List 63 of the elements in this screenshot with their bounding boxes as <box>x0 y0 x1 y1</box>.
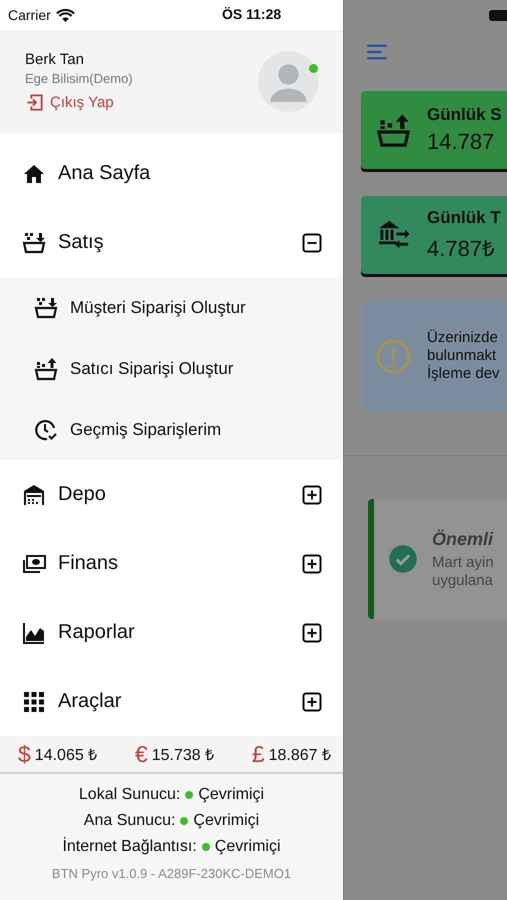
check-icon <box>388 544 418 574</box>
card-title: Günlük S <box>427 105 502 125</box>
chart-icon <box>22 620 46 644</box>
basket-icon <box>22 230 46 254</box>
menu-item[interactable]: Depo <box>0 460 343 529</box>
card-title: Günlük T <box>427 208 501 228</box>
company-name: Ege Bilisim(Demo) <box>25 71 133 86</box>
menu-item[interactable]: Araçlar <box>0 667 343 736</box>
wifi-icon <box>56 8 75 22</box>
menu-label: Finans <box>58 552 120 575</box>
basket-icon <box>34 356 58 380</box>
currency-symbol: € <box>134 740 148 768</box>
grid-icon <box>22 690 46 714</box>
server-label: Lokal Sunucu: <box>78 786 180 804</box>
server-status: Çevrimiçi <box>214 838 281 856</box>
summary-card[interactable]: Günlük T 4.787₺ <box>361 196 507 274</box>
logout-button[interactable]: Çıkış Yap <box>25 93 133 112</box>
submenu-label: Müşteri Siparişi Oluştur <box>70 298 246 318</box>
submenu-label: Geçmiş Siparişlerim <box>70 420 222 440</box>
submenu-item[interactable]: Müşteri Siparişi Oluştur <box>0 277 343 338</box>
server-status: Çevrimiçi <box>198 786 264 804</box>
menu-label: Araçlar <box>58 690 122 713</box>
expand-icon[interactable] <box>302 484 322 504</box>
notice-text: Mart ayin uygulana <box>432 554 494 590</box>
currency-symbol: £ <box>252 740 265 768</box>
alert-text: Üzerinizde bulunmakt İşleme dev <box>427 329 500 383</box>
menu-label: Satış <box>58 231 105 254</box>
collapse-icon[interactable] <box>302 232 322 252</box>
menu-label: Ana Sayfa <box>58 162 152 185</box>
menu-item[interactable]: Raporlar <box>0 598 343 667</box>
summary-card[interactable]: Günlük S 14.787 <box>361 91 507 169</box>
menu-item[interactable]: Satış <box>0 208 343 277</box>
carrier-name: Carrier <box>8 7 51 23</box>
warehouse-icon <box>22 482 46 506</box>
basket-icon <box>34 296 58 320</box>
submenu-item[interactable]: Geçmiş Siparişlerim <box>0 399 343 460</box>
submenu-item[interactable]: Satıcı Siparişi Oluştur <box>0 338 343 399</box>
currency-symbol: $ <box>18 740 31 768</box>
menu-item[interactable]: Finans <box>0 529 343 598</box>
submenu-label: Satıcı Siparişi Oluştur <box>70 358 234 378</box>
battery-icon <box>489 10 507 20</box>
card-value: 4.787₺ <box>427 235 496 262</box>
menu-label: Depo <box>58 483 107 506</box>
clock-icon <box>34 418 58 442</box>
card-value: 14.787 <box>427 129 496 155</box>
exchange-rate: 15.738 ₺ <box>152 746 214 765</box>
server-status: Çevrimiçi <box>193 812 260 830</box>
status-time: ÖS 11:28 <box>222 6 282 22</box>
version-text: BTN Pyro v1.0.9 - A289F-230KC-DEMO1 <box>52 866 292 881</box>
server-label: Ana Sunucu: <box>84 812 176 830</box>
menu-label: Raporlar <box>58 621 136 644</box>
basket-icon <box>376 112 411 148</box>
warning-icon <box>375 338 412 374</box>
exchange-rate: 14.065 ₺ <box>34 746 98 765</box>
expand-icon[interactable] <box>302 622 322 642</box>
exchange-rate: 18.867 ₺ <box>268 746 331 765</box>
logout-icon <box>25 93 44 112</box>
expand-icon[interactable] <box>302 692 322 712</box>
notice-title: Önemli <box>432 528 494 550</box>
user-name: Berk Tan <box>25 51 85 68</box>
server-label: İnternet Bağlantısı: <box>62 838 197 856</box>
expand-icon[interactable] <box>302 554 322 574</box>
menu-item[interactable]: Ana Sayfa <box>0 139 343 208</box>
